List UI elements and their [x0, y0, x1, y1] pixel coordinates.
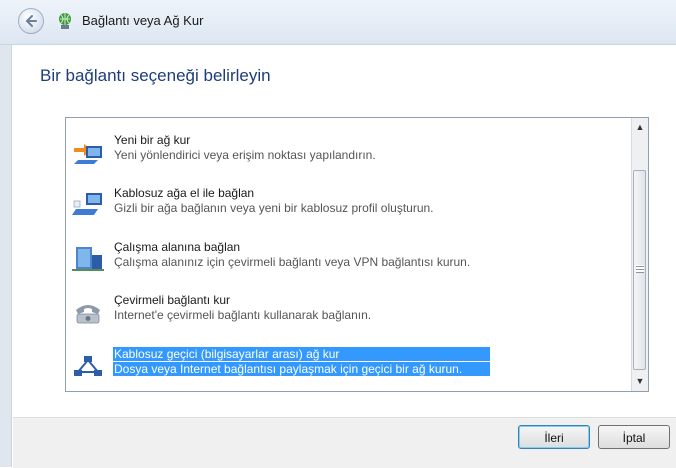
option-description: Dosya veya Internet bağlantısı paylaşmak…	[113, 362, 490, 376]
option-description: Gizli bir ağa bağlanın veya yeni bir kab…	[114, 201, 434, 215]
back-button[interactable]	[18, 8, 44, 34]
option-workplace[interactable]: Çalışma alanına bağlan Çalışma alanınız …	[72, 239, 627, 279]
network-setup-icon	[74, 144, 102, 164]
option-title: Kablosuz ağa el ile bağlan	[114, 186, 255, 200]
list-scrollbar[interactable]: ▲ ▼	[631, 118, 648, 391]
adhoc-network-icon	[74, 356, 102, 376]
option-dialup[interactable]: Çevirmeli bağlantı kur Internet'e çevirm…	[72, 292, 627, 332]
workplace-icon	[72, 247, 104, 271]
cancel-button[interactable]: İptal	[598, 425, 670, 449]
connection-options-list[interactable]: Yeni bir ağ kur Yeni yönlendirici veya e…	[65, 117, 649, 392]
option-new-network[interactable]: Yeni bir ağ kur Yeni yönlendirici veya e…	[72, 132, 627, 172]
option-title: Yeni bir ağ kur	[114, 133, 191, 147]
scrollbar-thumb[interactable]	[633, 170, 646, 370]
option-description: Internet'e çevirmeli bağlantı kullanarak…	[114, 308, 372, 322]
dialup-phone-icon	[76, 305, 100, 324]
page-heading: Bir bağlantı seçeneği belirleyin	[40, 66, 271, 85]
option-title: Çalışma alanına bağlan	[114, 240, 241, 254]
next-button[interactable]: İleri	[518, 425, 590, 449]
scroll-up-arrow-icon[interactable]: ▲	[632, 119, 648, 136]
option-description: Çalışma alanınız için çevirmeli bağlantı…	[114, 255, 471, 269]
network-globe-icon	[59, 13, 71, 29]
window-left-edge	[0, 45, 12, 467]
option-title: Çevirmeli bağlantı kur	[114, 293, 231, 307]
back-arrow-icon	[25, 15, 37, 27]
scroll-down-arrow-icon[interactable]: ▼	[632, 373, 648, 390]
option-adhoc-network[interactable]: Kablosuz geçici (bilgisayarlar arası) ağ…	[72, 346, 627, 386]
option-description: Yeni yönlendirici veya erişim noktası ya…	[114, 148, 376, 162]
option-title: Kablosuz geçici (bilgisayarlar arası) ağ…	[113, 347, 490, 361]
wireless-manual-icon	[72, 193, 102, 215]
scrollbar-grip-icon	[636, 265, 644, 273]
window-title: Bağlantı veya Ağ Kur	[82, 13, 204, 28]
option-wireless-manual[interactable]: Kablosuz ağa el ile bağlan Gizli bir ağa…	[72, 185, 627, 225]
